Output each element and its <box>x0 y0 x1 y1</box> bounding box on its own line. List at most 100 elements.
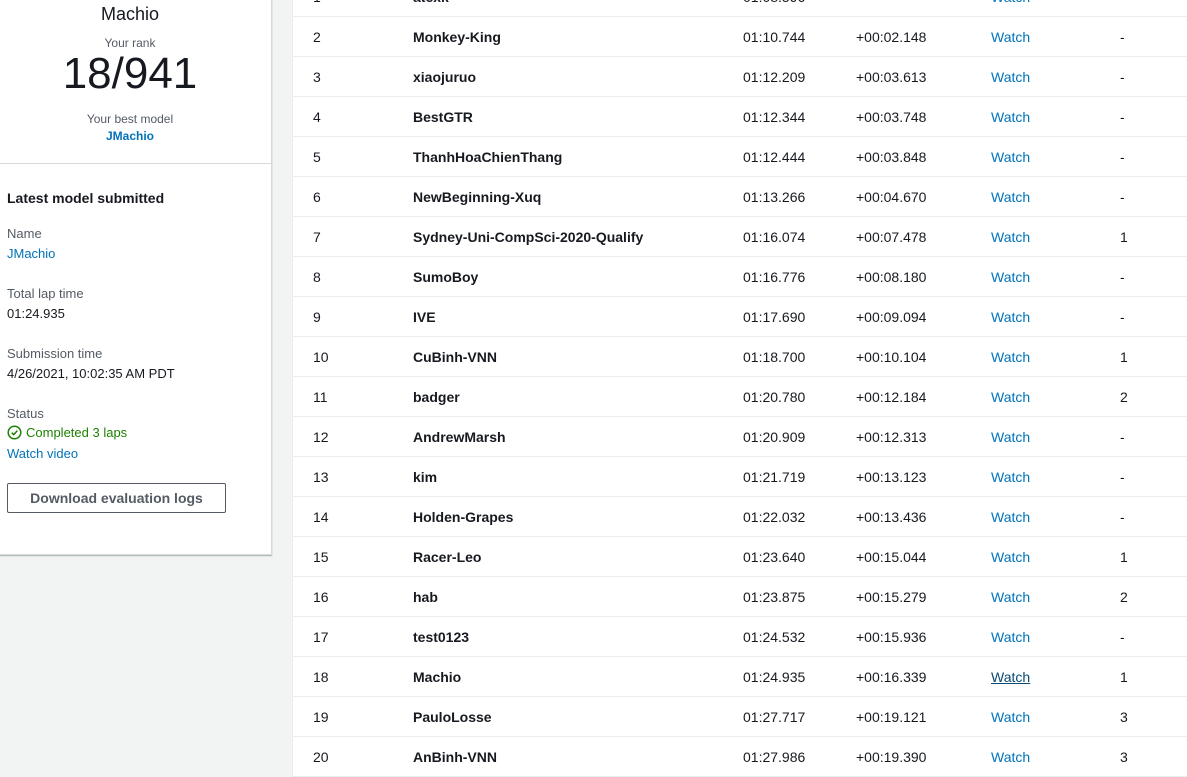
racer-name-cell: Monkey-King <box>413 29 501 45</box>
rank-cell: 17 <box>313 629 329 645</box>
rank-cell: 16 <box>313 589 329 605</box>
off-track-cell: - <box>1120 149 1125 165</box>
download-logs-button[interactable]: Download evaluation logs <box>7 483 226 513</box>
rank-cell: 10 <box>313 349 329 365</box>
lap-time-cell: 01:10.744 <box>743 29 806 45</box>
watch-link[interactable]: Watch <box>991 709 1030 725</box>
racer-name-cell: IVE <box>413 309 436 325</box>
watch-link[interactable]: Watch <box>991 389 1030 405</box>
off-track-cell: - <box>1120 189 1125 205</box>
rank-cell: 13 <box>313 469 329 485</box>
watch-video-link[interactable]: Watch video <box>7 446 78 461</box>
watch-link[interactable]: Watch <box>991 549 1030 565</box>
rank-cell: 7 <box>313 229 321 245</box>
watch-link[interactable]: Watch <box>991 429 1030 445</box>
lap-time-cell: 01:16.776 <box>743 269 806 285</box>
off-track-cell: 3 <box>1120 749 1128 765</box>
lap-time-cell: 01:22.032 <box>743 509 806 525</box>
status-value: Completed 3 laps <box>7 425 127 440</box>
racer-name: Machio <box>100 4 160 24</box>
rank-cell: 11 <box>313 389 328 405</box>
watch-link[interactable]: Watch <box>991 749 1030 765</box>
rank-cell: 4 <box>313 109 321 125</box>
table-row: 20 AnBinh-VNN 01:27.986 +00:19.390 Watch 3 <box>293 737 1187 777</box>
rank-cell: 18 <box>313 669 329 685</box>
best-model-label: Your best model <box>86 112 174 126</box>
gap-to-first-cell: +00:03.613 <box>856 69 927 85</box>
watch-link[interactable]: Watch <box>991 589 1030 605</box>
watch-link[interactable]: Watch <box>991 189 1030 205</box>
gap-to-first-cell: +00:03.848 <box>856 149 927 165</box>
lap-time-cell: 01:12.209 <box>743 69 806 85</box>
table-row: 9 IVE 01:17.690 +00:09.094 Watch - <box>293 297 1187 337</box>
watch-link[interactable]: Watch <box>991 109 1030 125</box>
watch-link[interactable]: Watch <box>991 349 1030 365</box>
off-track-cell: - <box>1120 269 1125 285</box>
watch-link[interactable]: Watch <box>991 309 1030 325</box>
rank-cell: 6 <box>313 189 321 205</box>
watch-link[interactable]: Watch <box>991 669 1030 685</box>
watch-link[interactable]: Watch <box>991 69 1030 85</box>
rank-cell: 15 <box>313 549 329 565</box>
table-row: 19 PauloLosse 01:27.717 +00:19.121 Watch 3 <box>293 697 1187 737</box>
divider <box>0 163 271 164</box>
rank-cell: 9 <box>313 309 321 325</box>
off-track-cell: - <box>1120 109 1125 125</box>
table-row: 11 badger 01:20.780 +00:12.184 Watch 2 <box>293 377 1187 417</box>
lap-time-value: 01:24.935 <box>7 306 65 321</box>
table-row: 16 hab 01:23.875 +00:15.279 Watch 2 <box>293 577 1187 617</box>
watch-link[interactable]: Watch <box>991 629 1030 645</box>
off-track-cell: 2 <box>1120 389 1128 405</box>
table-row: 15 Racer-Leo 01:23.640 +00:15.044 Watch 1 <box>293 537 1187 577</box>
lap-time-cell: 01:16.074 <box>743 229 806 245</box>
table-row: 7 Sydney-Uni-CompSci-2020-Qualify 01:16.07… <box>293 217 1187 257</box>
off-track-cell: - <box>1120 429 1125 445</box>
lap-time-cell: 01:20.909 <box>743 429 806 445</box>
model-name-link[interactable]: JMachio <box>7 246 55 261</box>
racer-name-cell: xiaojuruo <box>413 69 477 85</box>
racer-name-cell: NewBeginning-Xuq <box>413 189 542 205</box>
watch-link[interactable]: Watch <box>991 149 1030 165</box>
watch-link[interactable]: Watch <box>991 0 1030 5</box>
watch-link[interactable]: Watch <box>991 509 1030 525</box>
gap-to-first-cell: +00:12.184 <box>856 389 927 405</box>
lap-time-cell: 01:24.532 <box>743 629 806 645</box>
racer-name-cell: hab <box>413 589 438 605</box>
rank-cell: 2 <box>313 29 321 45</box>
latest-model-title: Latest model submitted <box>7 190 165 206</box>
lap-time-cell: 01:23.640 <box>743 549 806 565</box>
lap-time-cell: 01:21.719 <box>743 469 806 485</box>
gap-to-first-cell: +00:07.478 <box>856 229 927 245</box>
racer-name-cell: Holden-Grapes <box>413 509 514 525</box>
lap-time-cell: 01:13.266 <box>743 189 806 205</box>
table-row: 17 test0123 01:24.532 +00:15.936 Watch - <box>293 617 1187 657</box>
watch-link[interactable]: Watch <box>991 269 1030 285</box>
table-row: 8 SumoBoy 01:16.776 +00:08.180 Watch - <box>293 257 1187 297</box>
gap-to-first-cell: +00:19.121 <box>856 709 927 725</box>
table-row: 18 Machio 01:24.935 +00:16.339 Watch 1 <box>293 657 1187 697</box>
off-track-cell: 1 <box>1120 669 1128 685</box>
table-row: 10 CuBinh-VNN 01:18.700 +00:10.104 Watch 1 <box>293 337 1187 377</box>
rank-value: 18/941 <box>62 49 198 98</box>
racer-name-cell: kim <box>413 469 438 485</box>
rank-label: Your rank <box>104 36 156 50</box>
table-row: 14 Holden-Grapes 01:22.032 +00:13.436 Watch - <box>293 497 1187 537</box>
lap-time-cell: 01:20.780 <box>743 389 806 405</box>
rank-cell: 1 <box>313 0 321 5</box>
rank-cell: 20 <box>313 749 329 765</box>
lap-time-cell: 01:27.717 <box>743 709 806 725</box>
watch-link[interactable]: Watch <box>991 229 1030 245</box>
racer-name-cell: Sydney-Uni-CompSci-2020-Qualify <box>413 229 644 245</box>
table-row: 5 ThanhHoaChienThang 01:12.444 +00:03.848 Wa… <box>293 137 1187 177</box>
racer-name-cell: test0123 <box>413 629 470 645</box>
watch-link[interactable]: Watch <box>991 469 1030 485</box>
rank-cell: 8 <box>313 269 321 285</box>
racer-name-cell: SumoBoy <box>413 269 479 285</box>
lap-time-label: Total lap time <box>7 286 84 301</box>
table-row: 2 Monkey-King 01:10.744 +00:02.148 Watch - <box>293 17 1187 57</box>
best-model-link[interactable]: JMachio <box>0 129 260 143</box>
watch-link[interactable]: Watch <box>991 29 1030 45</box>
racer-name-cell: Machio <box>413 669 462 685</box>
lap-time-cell: 01:12.344 <box>743 109 806 125</box>
off-track-cell: 2 <box>1120 589 1128 605</box>
